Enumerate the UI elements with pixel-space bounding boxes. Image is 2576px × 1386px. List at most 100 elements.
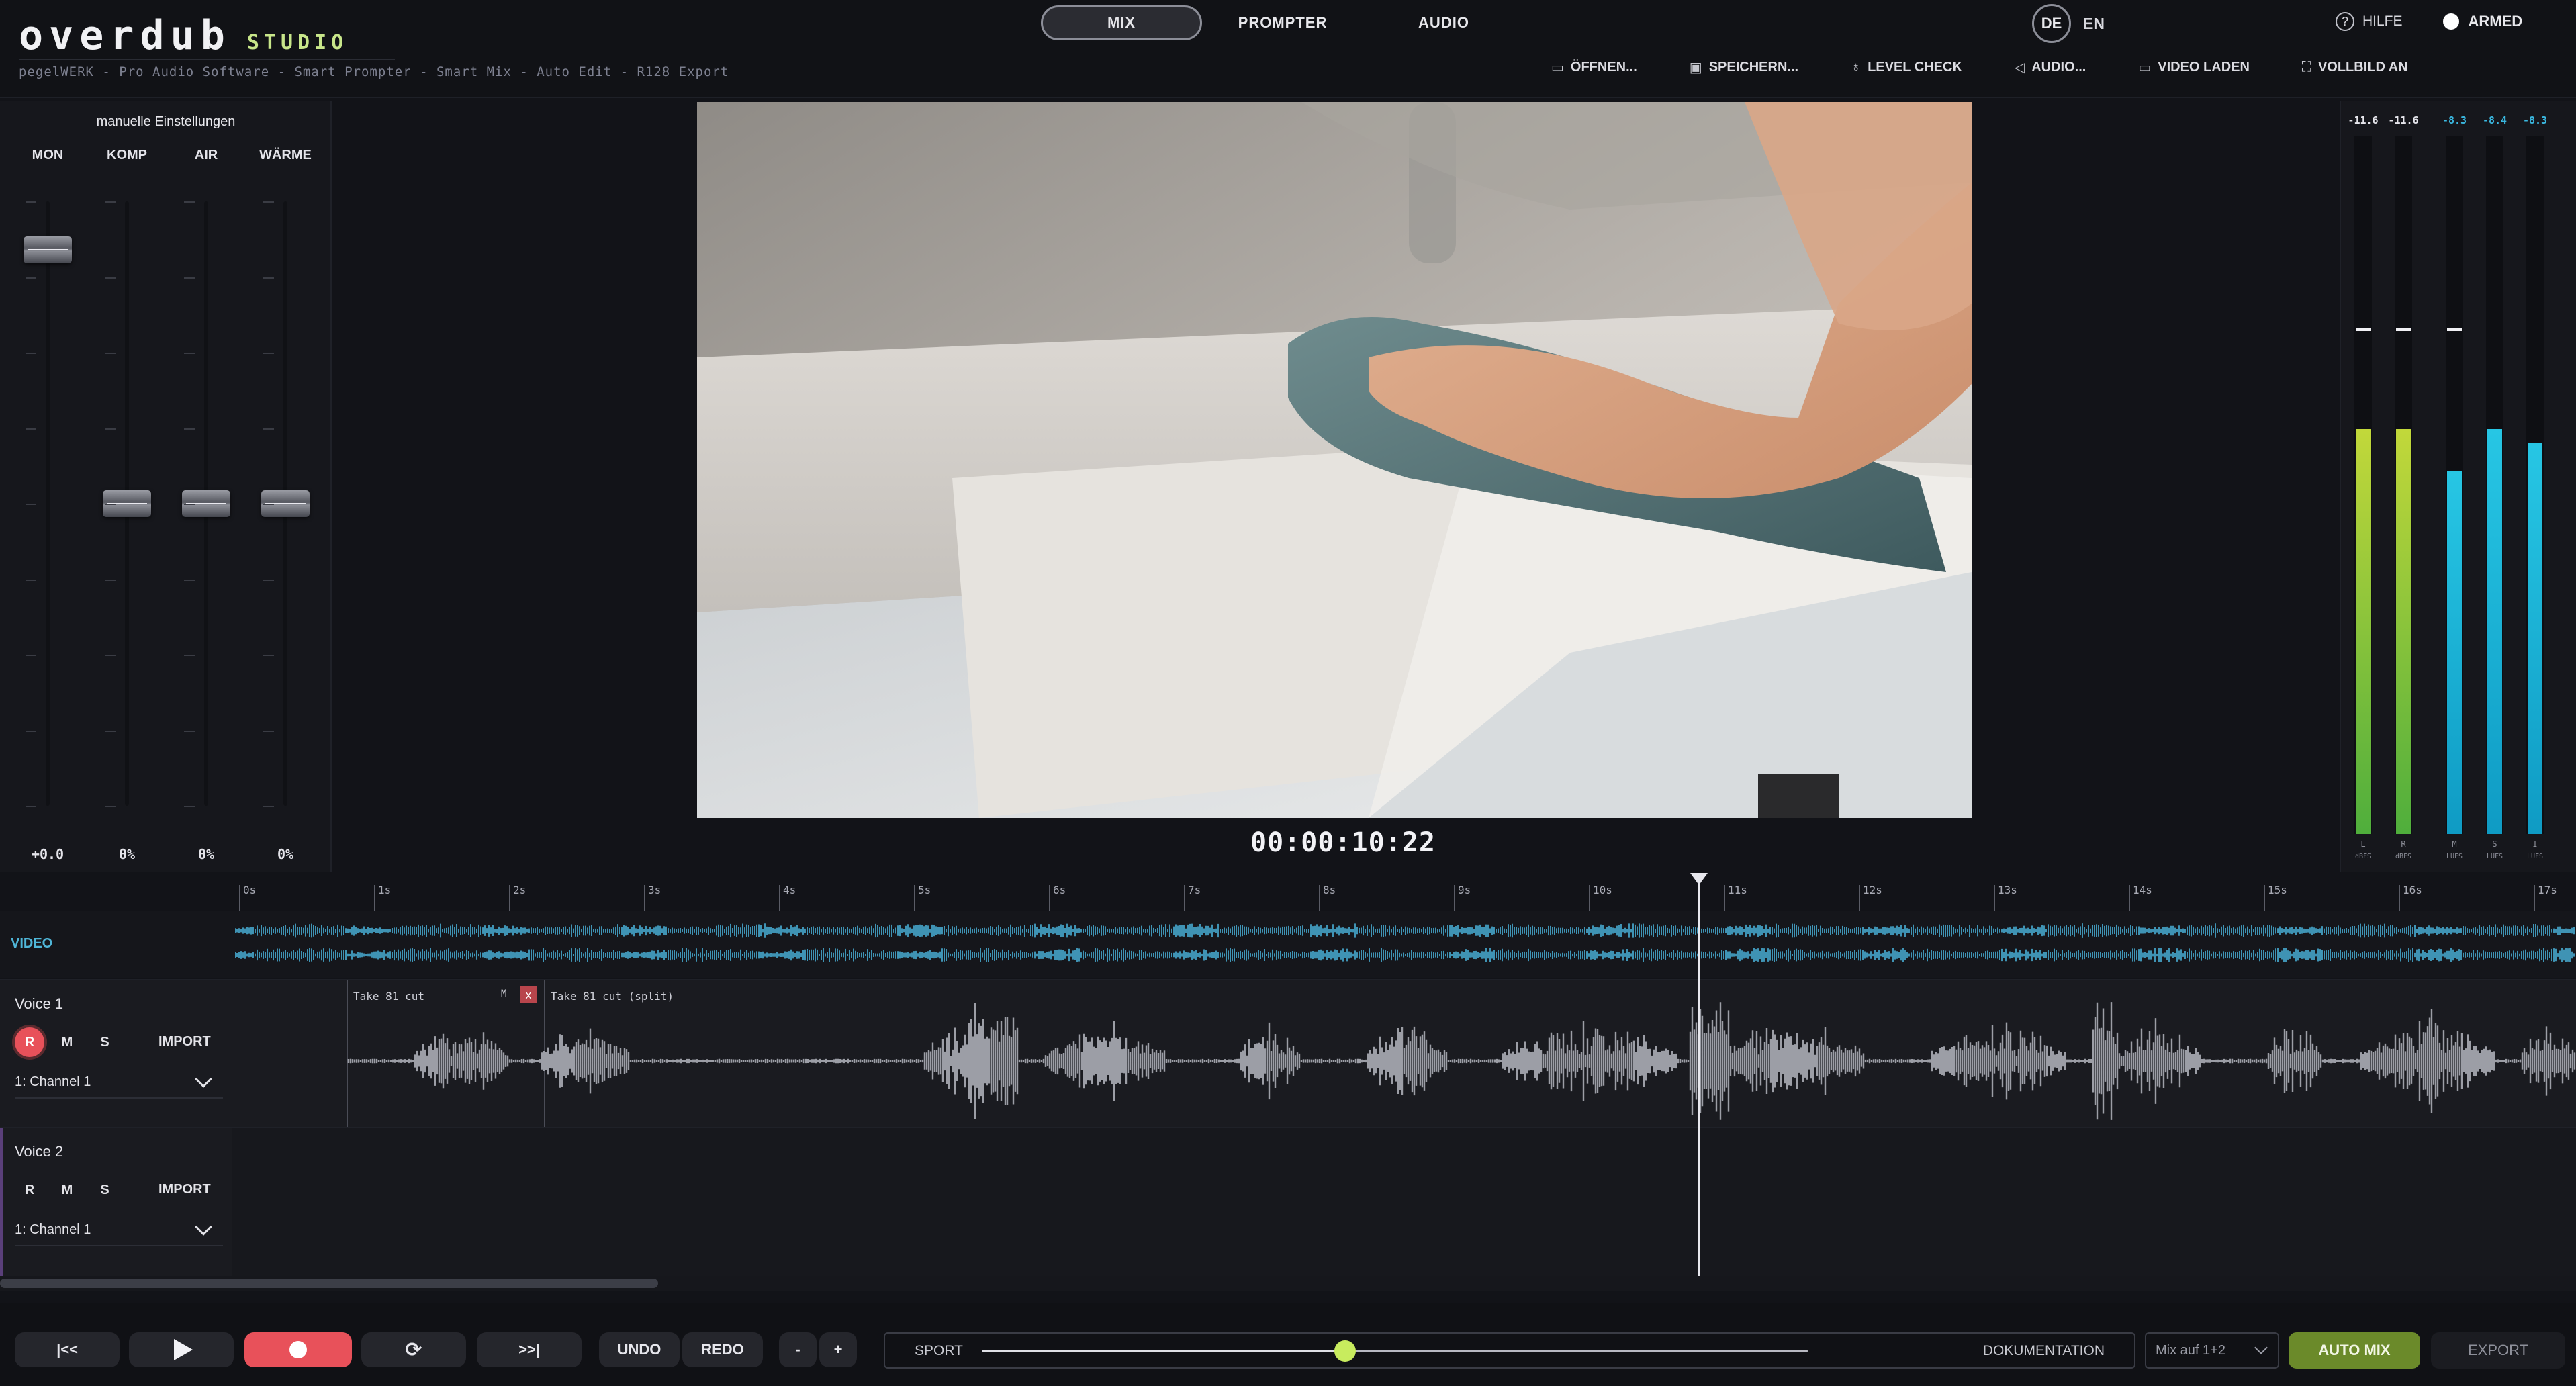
fader-scale-tick <box>26 428 36 430</box>
help-icon: ? <box>2336 12 2354 31</box>
help-button[interactable]: ? HILFE <box>2336 12 2403 31</box>
ruler-label: 13s <box>1998 884 2017 896</box>
app-window: overdub STUDIO pegelWERK - Pro Audio Sof… <box>0 0 2576 1386</box>
voice-1-mute-button[interactable]: M <box>52 1027 82 1057</box>
voice-2-lane[interactable] <box>235 1128 2576 1275</box>
meter-fill <box>2447 471 2462 834</box>
zoom-in-button[interactable]: + <box>819 1332 857 1367</box>
record-icon <box>289 1341 307 1358</box>
video-audio-waveform[interactable] <box>235 911 2576 978</box>
voice-2-solo-button[interactable]: S <box>90 1175 120 1205</box>
fader-scale-tick <box>26 579 36 581</box>
loop-button[interactable]: ⟳ <box>361 1332 466 1367</box>
fader-scale-tick <box>26 277 36 279</box>
mix-routing-value: Mix auf 1+2 <box>2156 1342 2225 1358</box>
microphone-icon: ♁ <box>1851 60 1861 75</box>
playhead[interactable] <box>1698 874 1700 1276</box>
load-video-button[interactable]: ▭ VIDEO LADEN <box>2138 59 2250 76</box>
strip-label-air: AIR <box>194 148 218 163</box>
tab-prompter[interactable]: PROMPTER <box>1202 5 1363 40</box>
zoom-out-button[interactable]: - <box>779 1332 817 1367</box>
meter-bar <box>2526 136 2544 834</box>
speaker-icon: ◁ <box>2014 60 2025 75</box>
voice-2-channel-select[interactable]: 1: Channel 1 <box>15 1214 223 1246</box>
mix-style-slider[interactable] <box>982 1340 1808 1362</box>
voice-1-record-button[interactable]: R <box>15 1027 44 1057</box>
ruler-tick <box>2399 885 2400 911</box>
fader-scale-tick <box>26 806 36 807</box>
voice-2-header: Voice 2 R M S IMPORT 1: Channel 1 <box>0 1128 232 1276</box>
tab-mix[interactable]: MIX <box>1041 5 1202 40</box>
action-bar: ▭ ÖFFNEN... ▣ SPEICHERN... ♁ LEVEL CHECK… <box>1551 59 2460 76</box>
logo-divider <box>19 59 395 60</box>
meter-peak-marker <box>2356 328 2371 332</box>
timeline-scrollbar-thumb[interactable] <box>0 1279 658 1288</box>
voice-2-record-button[interactable]: R <box>15 1175 44 1205</box>
voice-2-name: Voice 2 <box>15 1143 64 1160</box>
voice-1-lane[interactable]: Take 81 cut M x Take 81 cut (split) <box>235 980 2576 1127</box>
camera-icon: ▭ <box>2138 60 2152 75</box>
fader-scale-tick <box>263 277 274 279</box>
level-check-button[interactable]: ♁ LEVEL CHECK <box>1851 59 1962 76</box>
voice-1-waveform-path <box>347 1002 2576 1120</box>
fullscreen-button[interactable]: ⛶ VOLLBILD AN <box>2302 59 2408 76</box>
fader-scale-tick <box>26 504 36 505</box>
save-icon: ▣ <box>1689 60 1702 75</box>
voice-1-import-button[interactable]: IMPORT <box>158 1034 211 1050</box>
ruler-tick <box>2534 885 2535 911</box>
voice-1-channel-select[interactable]: 1: Channel 1 <box>15 1066 223 1099</box>
chevron-down-icon <box>195 1070 212 1088</box>
ruler-label: 17s <box>2538 884 2557 896</box>
video-waveform-left <box>235 923 2575 938</box>
fader-scale-tick <box>184 806 195 807</box>
meter-bar <box>2395 136 2412 834</box>
meter-header: -8.3 <box>2522 114 2548 126</box>
voice-2-import-button[interactable]: IMPORT <box>158 1182 211 1197</box>
video-waveform-right <box>235 948 2575 962</box>
fader-mon[interactable] <box>46 201 50 806</box>
mode-tabs: MIX PROMPTER AUDIO <box>1041 5 1524 40</box>
loop-icon: ⟳ <box>405 1338 422 1361</box>
mix-style-slider-knob[interactable] <box>1334 1340 1356 1362</box>
ruler-tick <box>1589 885 1590 911</box>
skip-to-start-button[interactable]: |<< <box>15 1332 120 1367</box>
meter-header: -8.3 <box>2442 114 2467 126</box>
fader-knob-mon[interactable] <box>24 236 72 263</box>
strip-value-air: 0% <box>197 846 215 862</box>
play-button[interactable] <box>129 1332 234 1367</box>
fader-scale-tick <box>26 353 36 354</box>
undo-button[interactable]: UNDO <box>599 1332 680 1367</box>
fader-scale-tick <box>184 504 195 505</box>
fader-scale-tick <box>105 504 116 505</box>
ruler-label: 9s <box>1458 884 1471 896</box>
voice-1-waveform[interactable] <box>347 994 2576 1127</box>
mix-left-label: SPORT <box>915 1343 963 1358</box>
language-switch: DE EN <box>2032 4 2105 43</box>
video-preview[interactable] <box>697 102 1972 818</box>
audio-settings-button[interactable]: ◁ AUDIO... <box>2015 59 2086 76</box>
fader-scale-tick <box>105 806 116 807</box>
timeline-ruler[interactable]: 0s 1s 2s 3s 4s 5s 6s 7s 8s 9s 10s 11s 12s 13s 14s 15s 16… <box>235 873 2576 911</box>
open-button[interactable]: ▭ ÖFFNEN... <box>1551 59 1637 76</box>
video-frame-image <box>697 102 1972 818</box>
armed-toggle[interactable]: ARMED <box>2442 13 2522 30</box>
folder-icon: ▭ <box>1551 60 1564 75</box>
skip-to-end-button[interactable]: >>| <box>477 1332 582 1367</box>
record-button[interactable] <box>244 1332 352 1367</box>
save-button[interactable]: ▣ SPEICHERN... <box>1690 59 1798 76</box>
tab-audio[interactable]: AUDIO <box>1363 5 1524 40</box>
voice-1-solo-button[interactable]: S <box>90 1027 120 1057</box>
language-de-button[interactable]: DE <box>2032 4 2071 43</box>
ruler-label: 12s <box>1863 884 1882 896</box>
timeline-scrollbar[interactable] <box>0 1276 2576 1291</box>
redo-button[interactable]: REDO <box>682 1332 763 1367</box>
mix-routing-select[interactable]: Mix auf 1+2 <box>2145 1332 2279 1369</box>
voice-2-mute-button[interactable]: M <box>52 1175 82 1205</box>
ruler-tick <box>1049 885 1050 911</box>
language-en-button[interactable]: EN <box>2083 15 2105 33</box>
fader-scale-tick <box>26 655 36 656</box>
auto-mix-button[interactable]: AUTO MIX <box>2289 1332 2420 1369</box>
export-button[interactable]: EXPORT <box>2431 1332 2565 1369</box>
fader-scale-tick <box>105 277 116 279</box>
meter-header: -11.6 <box>2388 114 2419 126</box>
